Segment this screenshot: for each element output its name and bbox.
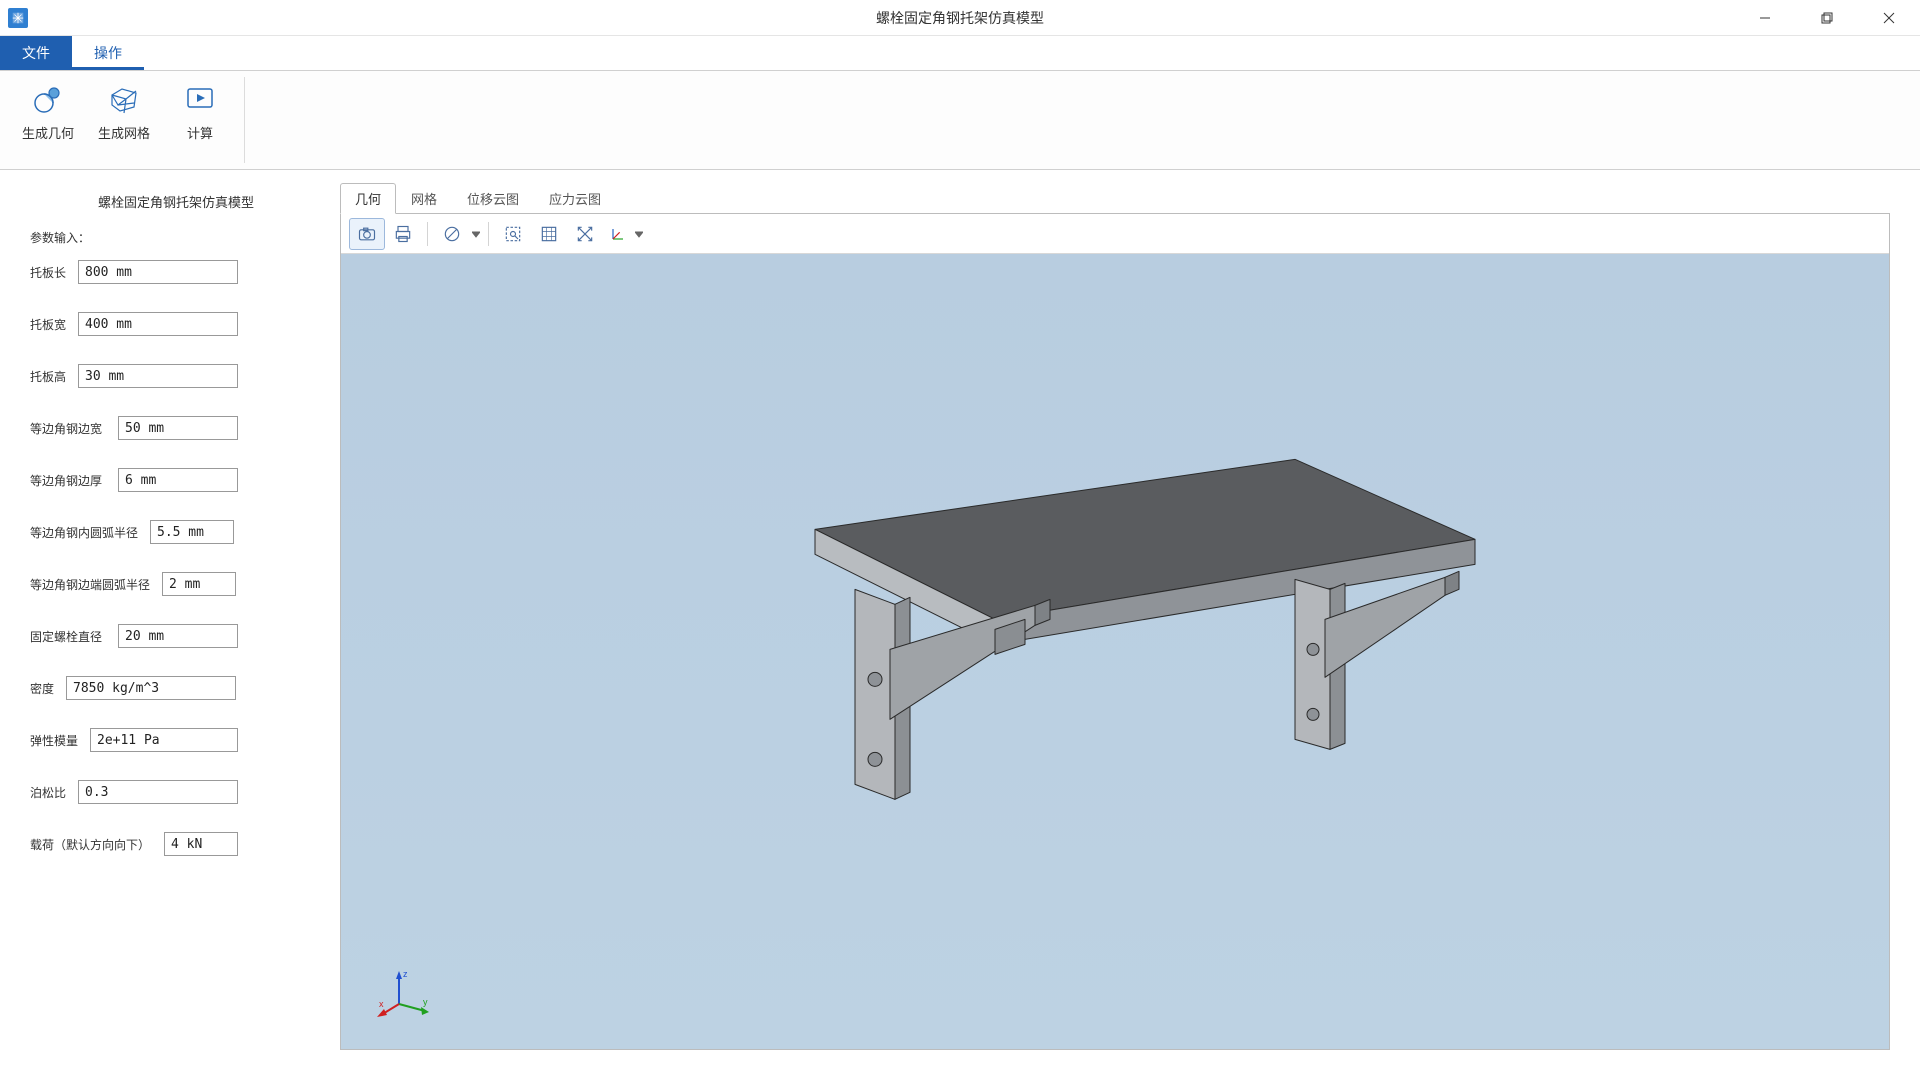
angle-width-input[interactable] [118,416,238,440]
bolt-dia-input[interactable] [118,624,238,648]
angle-edger-input[interactable] [162,572,236,596]
bracket-model [735,419,1495,842]
window-title: 螺栓固定角钢托架仿真模型 [876,8,1044,28]
minimize-button[interactable] [1734,0,1796,36]
axis-icon[interactable] [603,218,633,250]
compute-button[interactable]: 计算 [162,77,238,163]
toolbar-separator [427,222,428,246]
axis-triad: z y x [379,969,429,1019]
angle-inr-label: 等边角钢内圆弧半径 [30,524,150,541]
no-entry-icon[interactable] [434,218,470,250]
maximize-button[interactable] [1796,0,1858,36]
svg-text:y: y [423,997,428,1007]
generate-geometry-button[interactable]: 生成几何 [10,77,86,163]
angle-inr-input[interactable] [150,520,234,544]
tab-geometry[interactable]: 几何 [340,183,396,214]
svg-text:z: z [403,969,408,979]
density-input[interactable] [66,676,236,700]
load-input[interactable] [164,832,238,856]
angle-width-label: 等边角钢边宽 [30,420,118,437]
viewer-tabs: 几何 网格 位移云图 应力云图 [340,186,1890,214]
titlebar: 螺栓固定角钢托架仿真模型 [0,0,1920,36]
generate-geometry-label: 生成几何 [22,123,74,142]
angle-thick-input[interactable] [118,468,238,492]
compute-icon [182,81,218,117]
angle-thick-label: 等边角钢边厚 [30,472,118,489]
snapshot-icon[interactable] [349,218,385,250]
menu-operate[interactable]: 操作 [72,36,144,70]
reset-view-icon[interactable] [567,218,603,250]
zoom-extents-icon[interactable] [495,218,531,250]
compute-label: 计算 [187,123,213,142]
plate-wid-input[interactable] [78,312,238,336]
plate-wid-label: 托板宽 [30,316,78,333]
plate-len-input[interactable] [78,260,238,284]
generate-mesh-button[interactable]: 生成网格 [86,77,162,163]
poisson-input[interactable] [78,780,238,804]
input-header: 参数输入： [30,229,322,246]
print-icon[interactable] [385,218,421,250]
ribbon-separator [244,77,245,163]
axis-dropdown[interactable] [633,230,645,238]
svg-text:x: x [379,999,384,1009]
menu-bar: 文件 操作 [0,36,1920,70]
young-input[interactable] [90,728,238,752]
toolbar-separator [488,222,489,246]
density-label: 密度 [30,680,66,697]
3d-canvas[interactable]: z y x [341,254,1889,1049]
zoom-box-icon[interactable] [531,218,567,250]
geometry-icon [30,81,66,117]
viewer-area: 几何 网格 位移云图 应力云图 [340,170,1920,1080]
view-frame: z y x [340,213,1890,1050]
mesh-icon [106,81,142,117]
generate-mesh-label: 生成网格 [98,123,150,142]
young-label: 弹性模量 [30,732,90,749]
parameters-panel: 螺栓固定角钢托架仿真模型 参数输入： 托板长 托板宽 托板高 等边角钢边宽 等边… [0,170,340,1080]
bolt-dia-label: 固定螺栓直径 [30,628,118,645]
panel-title: 螺栓固定角钢托架仿真模型 [30,192,322,211]
tab-mesh[interactable]: 网格 [396,183,452,214]
window-controls [1734,0,1920,36]
ribbon: 生成几何 生成网格 计算 [0,70,1920,170]
plate-hgt-input[interactable] [78,364,238,388]
angle-edger-label: 等边角钢边端圆弧半径 [30,576,162,593]
view-toolbar [341,214,1889,254]
plate-len-label: 托板长 [30,264,78,281]
close-button[interactable] [1858,0,1920,36]
tab-displacement[interactable]: 位移云图 [452,183,534,214]
plate-hgt-label: 托板高 [30,368,78,385]
tab-stress[interactable]: 应力云图 [534,183,616,214]
menu-file[interactable]: 文件 [0,36,72,70]
no-entry-dropdown[interactable] [470,230,482,238]
load-label: 载荷（默认方向向下） [30,836,164,853]
app-icon [8,8,28,28]
poisson-label: 泊松比 [30,784,78,801]
